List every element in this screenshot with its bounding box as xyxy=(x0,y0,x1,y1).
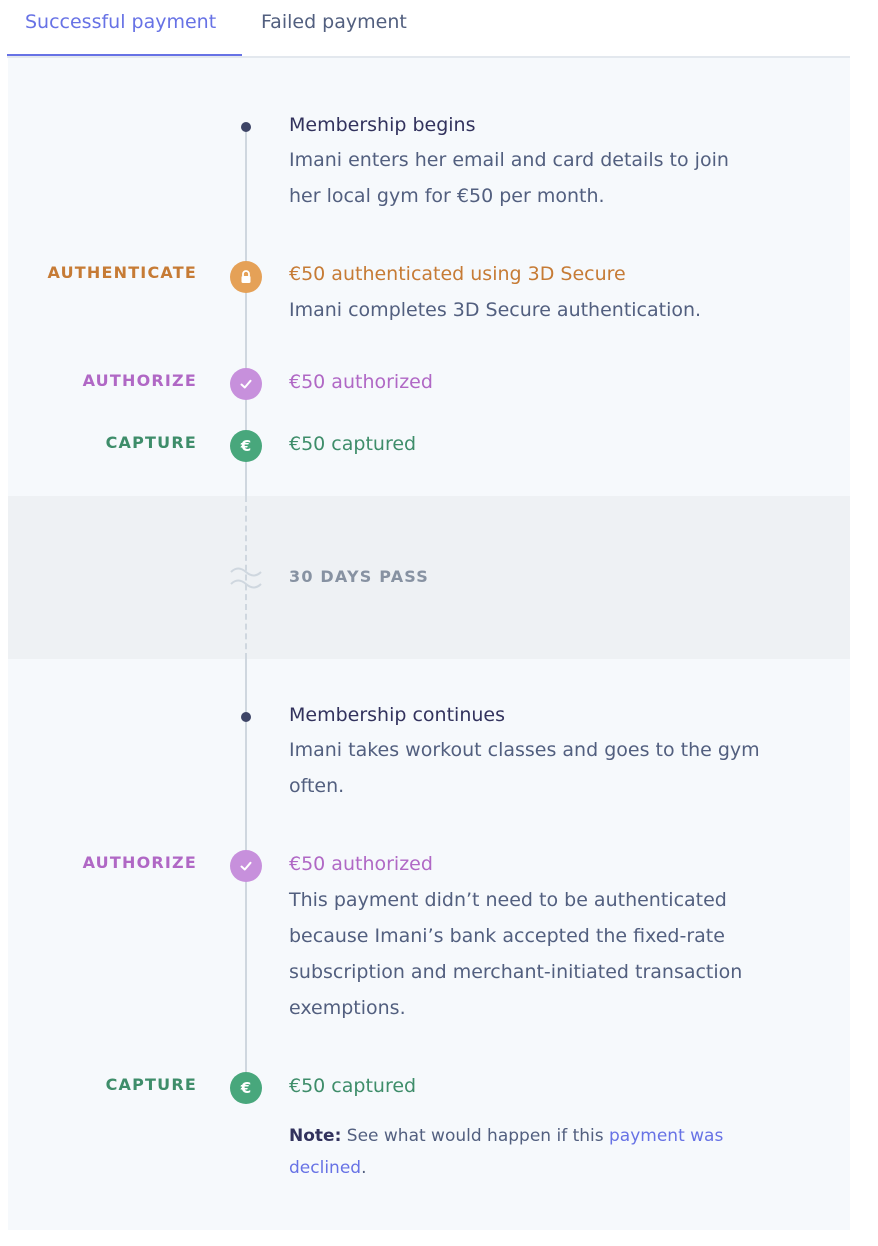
timeline-dot xyxy=(241,712,251,722)
note: Note: See what would happen if this paym… xyxy=(289,1120,759,1184)
stage-label-capture: CAPTURE xyxy=(105,433,197,452)
time-skip-icon xyxy=(230,567,262,589)
check-icon xyxy=(230,368,262,400)
capture-title: €50 captured xyxy=(289,1075,417,1097)
membership-continues-description: Imani takes workout classes and goes to … xyxy=(289,739,760,797)
authenticate-description: Imani completes 3D Secure authentication… xyxy=(289,299,702,321)
authorize-description: This payment didn’t need to be authentic… xyxy=(289,889,743,1019)
membership-continues-title: Membership continues xyxy=(289,704,505,726)
tab-failed-payment[interactable]: Failed payment xyxy=(261,8,407,36)
active-tab-indicator xyxy=(7,54,242,56)
authorize-title: €50 authorized xyxy=(289,371,433,393)
euro-glyph: € xyxy=(240,1079,252,1097)
authenticate-title: €50 authenticated using 3D Secure xyxy=(289,263,626,285)
time-gap-label: 30 DAYS PASS xyxy=(289,567,430,586)
lock-icon xyxy=(230,261,262,293)
check-icon xyxy=(230,850,262,882)
stage-label-authorize: AUTHORIZE xyxy=(82,853,197,872)
stage-label-capture: CAPTURE xyxy=(105,1075,197,1094)
note-text: See what would happen if this xyxy=(341,1126,610,1146)
euro-icon: € xyxy=(230,1072,262,1104)
membership-begins-title: Membership begins xyxy=(289,114,476,136)
authorize-title: €50 authorized xyxy=(289,853,433,875)
timeline-dot xyxy=(241,122,251,132)
capture-title: €50 captured xyxy=(289,433,417,455)
tab-successful-payment[interactable]: Successful payment xyxy=(25,8,216,36)
stage-label-authorize: AUTHORIZE xyxy=(82,371,197,390)
euro-glyph: € xyxy=(240,437,252,455)
euro-icon: € xyxy=(230,430,262,462)
note-suffix: . xyxy=(361,1158,367,1178)
note-label: Note: xyxy=(289,1126,342,1146)
membership-begins-description: Imani enters her email and card details … xyxy=(289,149,729,207)
stage-label-authenticate: AUTHENTICATE xyxy=(47,263,197,282)
tab-bar: Successful payment Failed payment xyxy=(7,0,850,58)
